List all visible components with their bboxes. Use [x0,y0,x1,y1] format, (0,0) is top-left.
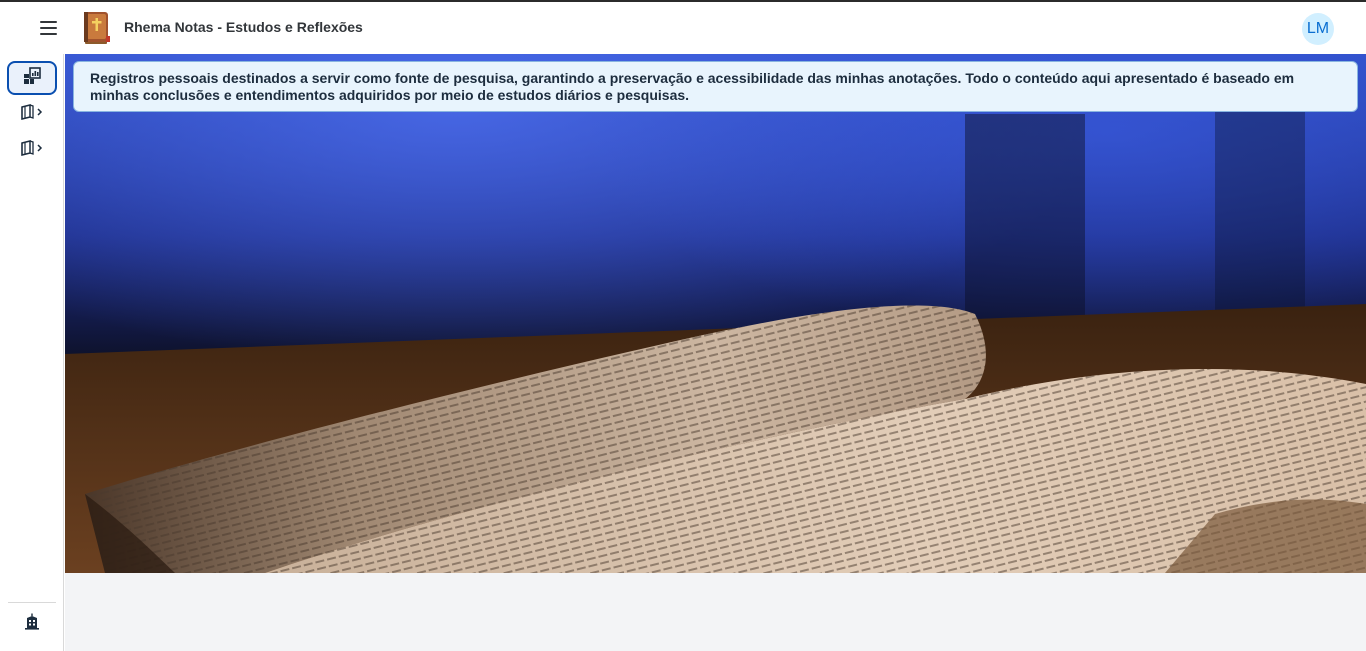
sidebar-divider [8,602,56,603]
sidebar-item-organization[interactable] [7,607,57,641]
main-content: Registros pessoais destinados a servir c… [65,54,1366,651]
hero-image-bible: Registros pessoais destinados a servir c… [65,54,1366,573]
book-chevron-icon [19,139,45,161]
info-message-strip: Registros pessoais destinados a servir c… [73,61,1358,112]
app-header: Rhema Notas - Estudos e Reflexões LM [0,2,1366,54]
sidebar-item-book-2[interactable] [7,133,57,167]
book-chevron-icon [19,103,45,125]
app-title: Rhema Notas - Estudos e Reflexões [124,19,363,35]
menu-icon[interactable] [40,18,60,38]
building-icon [24,613,40,635]
user-avatar[interactable]: LM [1302,13,1334,45]
app-logo [80,10,112,46]
sidebar-item-book-1[interactable] [7,97,57,131]
dashboard-icon [23,66,41,90]
side-navigation [0,54,64,651]
sidebar-item-dashboard[interactable] [7,61,57,95]
